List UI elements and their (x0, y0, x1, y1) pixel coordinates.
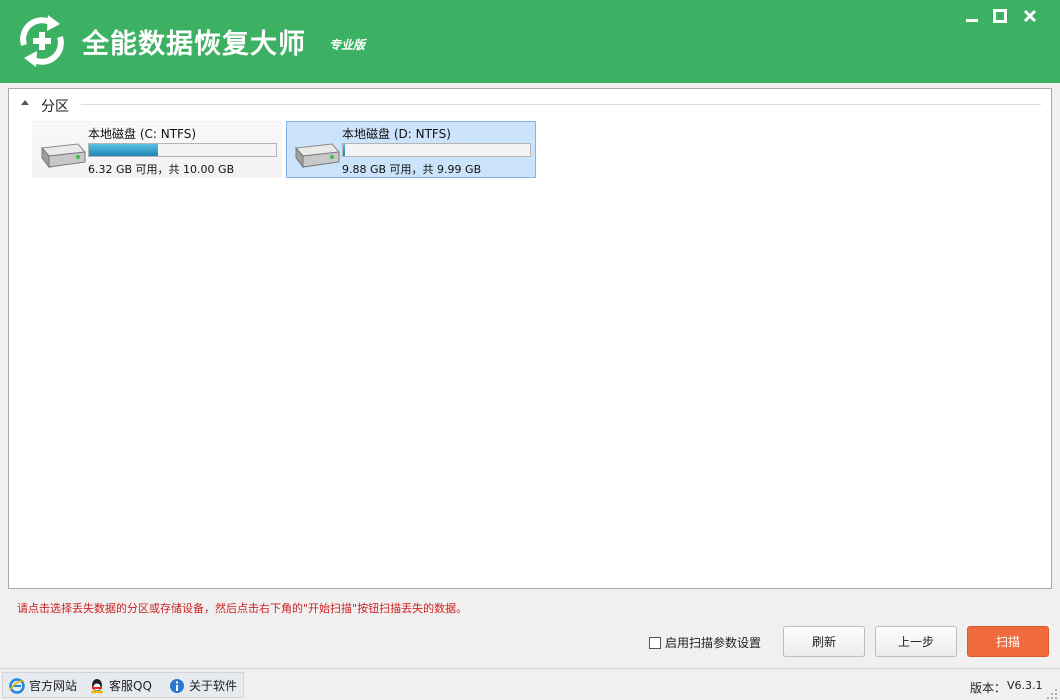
disk-usage-fill (89, 144, 158, 156)
disk-name: 本地磁盘 (C: NTFS) (88, 127, 197, 141)
recovery-logo-icon (13, 12, 71, 70)
hard-disk-icon (294, 143, 340, 169)
about-software-label: 关于软件 (189, 679, 238, 693)
disk-item-c[interactable]: 本地磁盘 (C: NTFS) 6.32 GB 可用，共 10.00 GB (32, 121, 282, 178)
disk-usage-fill (343, 144, 346, 156)
ie-icon (9, 677, 25, 694)
status-bar: 官方网站 客服QQ 关于软件 版本： V6.3.1 (0, 668, 1060, 700)
disk-item-d[interactable]: 本地磁盘 (D: NTFS) 9.88 GB 可用，共 9.99 GB (286, 121, 536, 178)
scan-params-label: 启用扫描参数设置 (665, 636, 762, 650)
resize-grip-icon[interactable] (1046, 688, 1058, 700)
disk-usage-bar (88, 143, 277, 157)
scan-button[interactable]: 扫描 (967, 626, 1049, 657)
maximize-button[interactable] (989, 6, 1011, 26)
scan-params-checkbox[interactable] (649, 636, 661, 649)
minimize-icon (966, 19, 978, 22)
support-qq-label: 客服QQ (109, 679, 152, 693)
official-site-label: 官方网站 (29, 679, 78, 693)
qq-icon (91, 678, 103, 693)
disk-name: 本地磁盘 (D: NTFS) (342, 127, 451, 141)
support-qq-link[interactable]: 客服QQ (89, 677, 152, 694)
disk-usage-bar (342, 143, 531, 157)
close-button[interactable] (1019, 6, 1041, 26)
minimize-button[interactable] (961, 6, 983, 26)
refresh-button[interactable]: 刷新 (783, 626, 865, 657)
group-divider (81, 104, 1041, 105)
scan-params-option[interactable]: 启用扫描参数设置 (649, 634, 761, 651)
partition-group-label: 分区 (41, 99, 69, 115)
info-icon (170, 678, 184, 693)
version-label: 版本： (970, 681, 1007, 695)
prev-step-button[interactable]: 上一步 (875, 626, 957, 657)
disk-free-space: 6.32 GB 可用，共 10.00 GB (88, 163, 235, 176)
maximize-icon (993, 9, 1007, 23)
title-bar: 全能数据恢复大师 专业版 (0, 0, 1060, 83)
partition-panel: 分区 本地磁盘 (C: NTFS) 6.32 GB 可用，共 10.00 GB … (8, 88, 1052, 589)
disk-free-space: 9.88 GB 可用，共 9.99 GB (342, 163, 482, 176)
instruction-hint: 请点击选择丢失数据的分区或存储设备，然后点击右下角的"开始扫描"按钮扫描丢失的数… (17, 602, 468, 615)
partition-group-header[interactable]: 分区 (21, 96, 1041, 115)
app-title: 全能数据恢复大师 (82, 29, 306, 60)
version-value: V6.3.1 (1007, 679, 1043, 692)
hard-disk-icon (40, 143, 86, 169)
app-edition: 专业版 (329, 38, 366, 52)
close-icon (1023, 9, 1037, 23)
collapse-arrow-icon[interactable] (21, 100, 29, 105)
about-software-link[interactable]: 关于软件 (169, 677, 237, 694)
official-site-link[interactable]: 官方网站 (9, 677, 77, 694)
status-links: 官方网站 客服QQ 关于软件 (2, 672, 244, 698)
